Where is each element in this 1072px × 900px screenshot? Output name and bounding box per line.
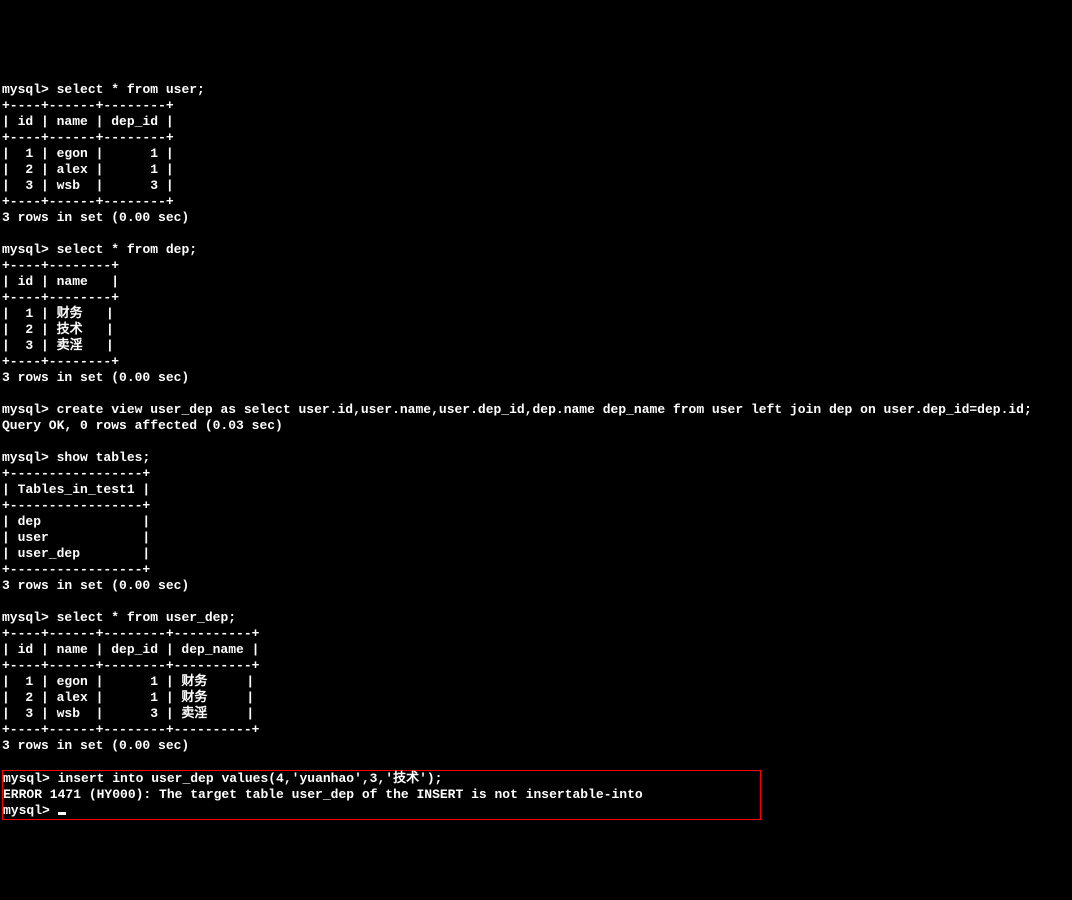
table-border: +----+--------+ [2, 258, 119, 273]
query-select-user: select * from user; [57, 82, 205, 97]
table-row: | 3 | 卖淫 | [2, 338, 114, 353]
cursor [58, 812, 66, 815]
table-border: +-----------------+ [2, 562, 150, 577]
error-highlight-box: mysql> insert into user_dep values(4,'yu… [2, 770, 761, 820]
table-border: +----+------+--------+ [2, 194, 174, 209]
query-ok-msg: Query OK, 0 rows affected (0.03 sec) [2, 418, 283, 433]
table-row: | 2 | alex | 1 | 财务 | [2, 690, 254, 705]
rows-count: 3 rows in set (0.00 sec) [2, 578, 189, 593]
error-message: ERROR 1471 (HY000): The target table use… [3, 787, 643, 802]
rows-count: 3 rows in set (0.00 sec) [2, 738, 189, 753]
query-create-view: create view user_dep as select user.id,u… [57, 402, 1032, 417]
table-header: | Tables_in_test1 | [2, 482, 150, 497]
table-row: | user | [2, 530, 150, 545]
table-border: +----+------+--------+----------+ [2, 722, 259, 737]
query-select-userdep: select * from user_dep; [57, 610, 236, 625]
table-border: +-----------------+ [2, 498, 150, 513]
table-row: | 2 | 技术 | [2, 322, 114, 337]
prompt: mysql> [2, 450, 49, 465]
table-row: | 1 | egon | 1 | [2, 146, 174, 161]
table-row: | 3 | wsb | 3 | 卖淫 | [2, 706, 254, 721]
table-border: +----+--------+ [2, 354, 119, 369]
rows-count: 3 rows in set (0.00 sec) [2, 210, 189, 225]
table-header: | id | name | dep_id | [2, 114, 174, 129]
table-header: | id | name | dep_id | dep_name | [2, 642, 259, 657]
table-row: | 1 | 财务 | [2, 306, 114, 321]
table-border: +----+------+--------+ [2, 130, 174, 145]
table-border: +----+------+--------+----------+ [2, 658, 259, 673]
table-border: +-----------------+ [2, 466, 150, 481]
table-row: | 2 | alex | 1 | [2, 162, 174, 177]
table-row: | 3 | wsb | 3 | [2, 178, 174, 193]
table-row: | dep | [2, 514, 150, 529]
query-select-dep: select * from dep; [57, 242, 197, 257]
query-show-tables: show tables; [57, 450, 151, 465]
prompt: mysql> [2, 242, 49, 257]
table-border: +----+------+--------+----------+ [2, 626, 259, 641]
table-border: +----+--------+ [2, 290, 119, 305]
table-row: | user_dep | [2, 546, 150, 561]
prompt: mysql> [3, 771, 50, 786]
terminal-output[interactable]: mysql> select * from user; +----+------+… [0, 64, 1072, 820]
prompt: mysql> [3, 803, 50, 818]
table-header: | id | name | [2, 274, 119, 289]
prompt: mysql> [2, 610, 49, 625]
prompt: mysql> [2, 402, 49, 417]
table-row: | 1 | egon | 1 | 财务 | [2, 674, 254, 689]
rows-count: 3 rows in set (0.00 sec) [2, 370, 189, 385]
prompt: mysql> [2, 82, 49, 97]
query-insert: insert into user_dep values(4,'yuanhao',… [58, 771, 443, 786]
table-border: +----+------+--------+ [2, 98, 174, 113]
